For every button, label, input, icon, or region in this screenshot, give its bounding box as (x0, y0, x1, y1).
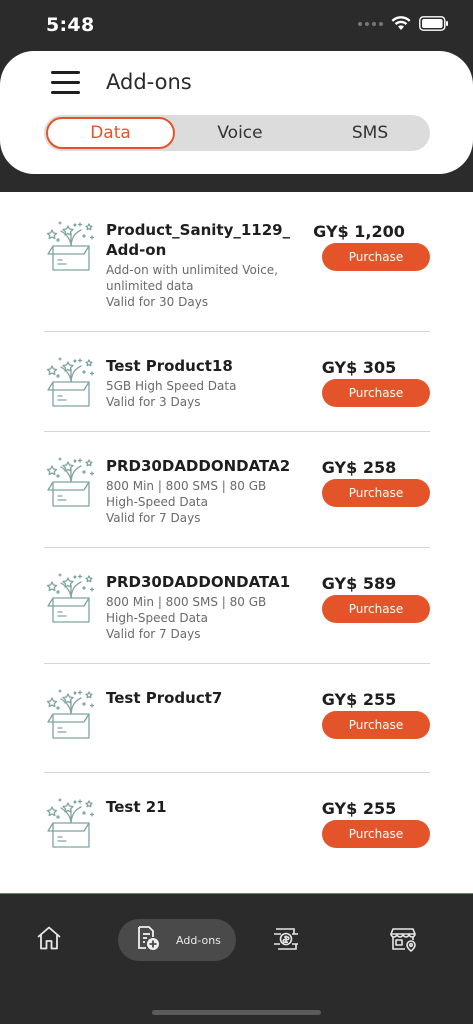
payment-icon[interactable] (272, 925, 298, 955)
gift-box-icon (44, 570, 98, 624)
home-indicator (152, 1010, 321, 1015)
tab-sms[interactable]: SMS (324, 115, 416, 151)
product-description: 800 Min | 800 SMS | 80 GB High-Speed Dat… (106, 479, 267, 509)
page-title: Add-ons (106, 70, 192, 94)
category-tabs: Data Voice SMS (44, 115, 430, 151)
product-price: GY$ 258 (321, 458, 397, 477)
list-item: Test Product18 5GB High Speed Data Valid… (44, 332, 430, 432)
status-bar: 5:48 (0, 0, 473, 50)
gift-box-icon (44, 795, 98, 849)
product-name: PRD30DADDONDATA1 (106, 573, 291, 591)
product-validity: Valid for 7 Days (106, 511, 201, 525)
product-name: Product_Sanity_1129_Add-on (106, 221, 291, 259)
product-name: PRD30DADDONDATA2 (106, 457, 291, 475)
purchase-button[interactable]: Purchase (322, 243, 430, 271)
gift-box-icon (44, 686, 98, 740)
header-card: Add-ons Data Voice SMS (0, 51, 473, 174)
purchase-button[interactable]: Purchase (322, 820, 430, 848)
nav-addons-button[interactable]: Add-ons (118, 919, 236, 961)
tab-voice[interactable]: Voice (194, 115, 286, 151)
purchase-button[interactable]: Purchase (322, 479, 430, 507)
list-item: Product_Sanity_1129_Add-on Add-on with u… (44, 192, 430, 332)
wifi-icon (391, 16, 411, 31)
product-price: GY$ 305 (321, 358, 397, 377)
add-on-plan-icon (134, 924, 162, 956)
list-item: Test Product7 GY$ 255 Purchase (44, 664, 430, 773)
tab-data[interactable]: Data (46, 117, 175, 149)
purchase-button[interactable]: Purchase (322, 379, 430, 407)
purchase-button[interactable]: Purchase (322, 595, 430, 623)
product-validity: Valid for 7 Days (106, 627, 201, 641)
gift-box-icon (44, 454, 98, 508)
list-item: Test 21 GY$ 255 Purchase (44, 773, 430, 894)
product-list: Product_Sanity_1129_Add-on Add-on with u… (0, 192, 473, 894)
list-item: PRD30DADDONDATA2 800 Min | 800 SMS | 80 … (44, 432, 430, 548)
product-name: Test Product7 (106, 689, 223, 707)
gift-box-icon (44, 354, 98, 408)
product-price: GY$ 255 (321, 690, 397, 709)
nav-addons-label: Add-ons (176, 933, 221, 947)
status-icons (358, 16, 449, 31)
store-locator-icon[interactable] (390, 925, 416, 955)
home-icon[interactable] (36, 925, 62, 955)
product-name: Test Product18 (106, 357, 233, 375)
product-description: 800 Min | 800 SMS | 80 GB High-Speed Dat… (106, 595, 267, 625)
product-name: Test 21 (106, 798, 167, 816)
product-price: GY$ 589 (321, 574, 397, 593)
product-price: GY$ 255 (321, 799, 397, 818)
product-description: 5GB High Speed Data (106, 379, 237, 393)
product-description: Add-on with unlimited Voice, unlimited d… (106, 263, 278, 293)
bottom-nav: Add-ons (0, 895, 473, 1024)
signal-icon (358, 21, 383, 26)
purchase-button[interactable]: Purchase (322, 711, 430, 739)
battery-icon (419, 16, 449, 31)
gift-box-icon (44, 218, 98, 272)
screen: 5:48 Add-ons Data Voice SMS Product_Sani… (0, 0, 473, 1024)
product-price: GY$ 1,200 (313, 222, 405, 241)
hamburger-menu-icon[interactable] (51, 71, 80, 95)
status-time: 5:48 (46, 14, 95, 36)
product-validity: Valid for 3 Days (106, 395, 201, 409)
list-item: PRD30DADDONDATA1 800 Min | 800 SMS | 80 … (44, 548, 430, 664)
product-validity: Valid for 30 Days (106, 295, 209, 309)
